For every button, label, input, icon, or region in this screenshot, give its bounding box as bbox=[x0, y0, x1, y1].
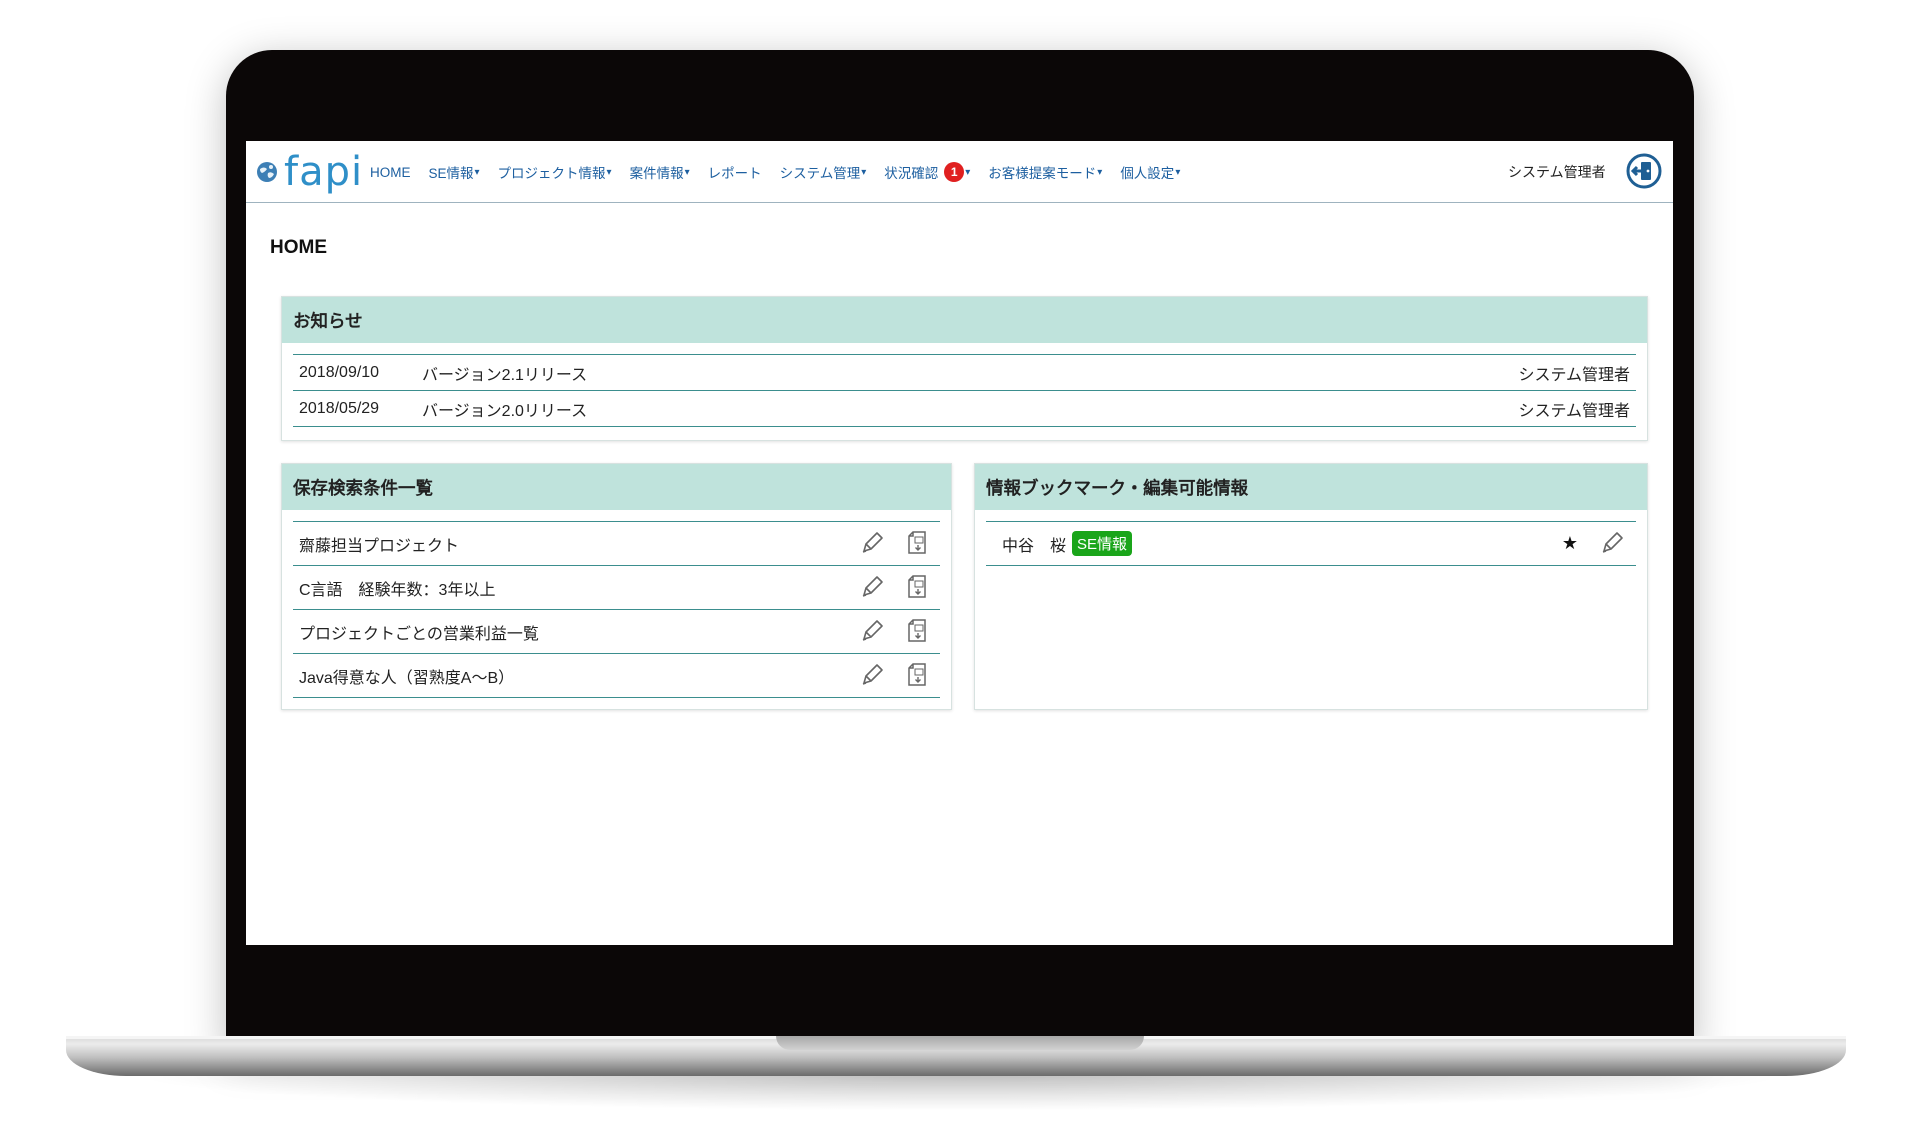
saved-search-row[interactable]: プロジェクトごとの営業利益一覧 bbox=[293, 610, 940, 654]
nav-personal-settings-label: 個人設定 bbox=[1120, 166, 1175, 181]
saved-search-row[interactable]: 齋藤担当プロジェクト bbox=[293, 522, 940, 566]
news-date: 2018/05/29 bbox=[299, 399, 380, 417]
top-navbar: fapi HOME SE情報 ▾ プロジェクト情報 ▾ 案件情報 ▾ レポート bbox=[246, 141, 1673, 203]
bookmark-name[interactable]: 中谷 桜 bbox=[1002, 532, 1066, 556]
news-title[interactable]: バージョン2.1リリース bbox=[422, 361, 587, 385]
app-logo[interactable]: fapi bbox=[256, 147, 363, 197]
nav-case-info-label: 案件情報 bbox=[629, 166, 684, 181]
nav-customer-proposal-mode-label: お客様提案モード bbox=[988, 166, 1097, 181]
nav-case-info[interactable]: 案件情報 ▾ bbox=[630, 162, 690, 182]
nav-project-info-label: プロジェクト情報 bbox=[497, 166, 606, 181]
page-title: HOME bbox=[270, 237, 327, 258]
chevron-down-icon: ▾ bbox=[606, 166, 612, 178]
laptop-notch bbox=[776, 1036, 1144, 1050]
saved-search-label[interactable]: C言語 経験年数：3年以上 bbox=[299, 576, 495, 600]
chevron-down-icon: ▾ bbox=[965, 166, 971, 178]
saved-searches-list: 齋藤担当プロジェクト C言語 経験年数：3年以上 プロジェクトごとの営業利益一覧… bbox=[293, 521, 940, 698]
nav-se-info[interactable]: SE情報 ▾ bbox=[429, 162, 480, 182]
logo-wordmark: fapi bbox=[284, 149, 364, 195]
nav-report-label: レポート bbox=[707, 166, 762, 181]
nav-status-check-label: 状況確認 bbox=[884, 166, 939, 181]
chevron-down-icon: ▾ bbox=[474, 166, 480, 178]
news-panel-header: お知らせ bbox=[282, 297, 1647, 343]
chevron-down-icon: ▾ bbox=[684, 166, 690, 178]
pencil-icon[interactable] bbox=[1598, 529, 1626, 557]
notification-badge: 1 bbox=[944, 162, 965, 182]
excel-export-icon[interactable] bbox=[904, 661, 932, 689]
pencil-icon[interactable] bbox=[858, 617, 886, 645]
nav-customer-proposal-mode[interactable]: お客様提案モード ▾ bbox=[988, 162, 1102, 182]
saved-searches-panel-header: 保存検索条件一覧 bbox=[282, 464, 951, 510]
bookmark-row[interactable]: 中谷 桜 SE情報 ★ bbox=[986, 522, 1636, 566]
chevron-down-icon: ▾ bbox=[861, 166, 867, 178]
excel-export-icon[interactable] bbox=[904, 573, 932, 601]
nav-system-admin-label: システム管理 bbox=[779, 166, 861, 181]
news-date: 2018/09/10 bbox=[299, 363, 380, 381]
saved-search-label[interactable]: 齋藤担当プロジェクト bbox=[299, 532, 459, 556]
news-row[interactable]: 2018/09/10 バージョン2.1リリース システム管理者 bbox=[293, 355, 1636, 391]
logout-icon[interactable] bbox=[1626, 153, 1662, 189]
news-row[interactable]: 2018/05/29 バージョン2.0リリース システム管理者 bbox=[293, 391, 1636, 427]
excel-export-icon[interactable] bbox=[904, 529, 932, 557]
nav-home[interactable]: HOME bbox=[370, 165, 411, 180]
current-user-name: システム管理者 bbox=[1508, 164, 1606, 180]
chevron-down-icon: ▾ bbox=[1175, 166, 1181, 178]
nav-home-label: HOME bbox=[370, 164, 411, 180]
saved-search-label[interactable]: Java得意な人（習熟度A～B） bbox=[299, 664, 514, 688]
news-author: システム管理者 bbox=[1518, 402, 1630, 420]
bookmarks-list: 中谷 桜 SE情報 ★ bbox=[986, 521, 1636, 566]
bookmarks-panel-header: 情報ブックマーク・編集可能情報 bbox=[975, 464, 1647, 510]
nav-status-check[interactable]: 状況確認 1 ▾ bbox=[884, 162, 970, 182]
saved-search-row[interactable]: Java得意な人（習熟度A～B） bbox=[293, 654, 940, 698]
news-title[interactable]: バージョン2.0リリース bbox=[422, 397, 587, 421]
star-icon[interactable]: ★ bbox=[1562, 533, 1578, 554]
globe-icon bbox=[257, 162, 277, 182]
saved-searches-panel: 保存検索条件一覧 齋藤担当プロジェクト C言語 経験年数：3年以上 プロジェクト… bbox=[281, 463, 952, 710]
news-author: システム管理者 bbox=[1518, 366, 1630, 384]
category-tag: SE情報 bbox=[1072, 531, 1133, 556]
nav-project-info[interactable]: プロジェクト情報 ▾ bbox=[498, 162, 612, 182]
pencil-icon[interactable] bbox=[858, 573, 886, 601]
main-menu: HOME SE情報 ▾ プロジェクト情報 ▾ 案件情報 ▾ レポート システム管… bbox=[370, 141, 1198, 203]
nav-personal-settings[interactable]: 個人設定 ▾ bbox=[1120, 162, 1180, 182]
excel-export-icon[interactable] bbox=[904, 617, 932, 645]
nav-report[interactable]: レポート bbox=[708, 162, 762, 182]
news-panel: お知らせ 2018/09/10 バージョン2.1リリース システム管理者 201… bbox=[281, 296, 1648, 441]
saved-search-row[interactable]: C言語 経験年数：3年以上 bbox=[293, 566, 940, 610]
saved-search-label[interactable]: プロジェクトごとの営業利益一覧 bbox=[299, 620, 539, 644]
news-list: 2018/09/10 バージョン2.1リリース システム管理者 2018/05/… bbox=[293, 354, 1636, 427]
pencil-icon[interactable] bbox=[858, 661, 886, 689]
pencil-icon[interactable] bbox=[858, 529, 886, 557]
app-screen: fapi HOME SE情報 ▾ プロジェクト情報 ▾ 案件情報 ▾ レポート bbox=[246, 141, 1673, 945]
nav-se-info-label: SE情報 bbox=[428, 166, 474, 181]
nav-system-admin[interactable]: システム管理 ▾ bbox=[780, 162, 867, 182]
bookmarks-panel: 情報ブックマーク・編集可能情報 中谷 桜 SE情報 ★ bbox=[974, 463, 1648, 710]
chevron-down-icon: ▾ bbox=[1097, 166, 1103, 178]
